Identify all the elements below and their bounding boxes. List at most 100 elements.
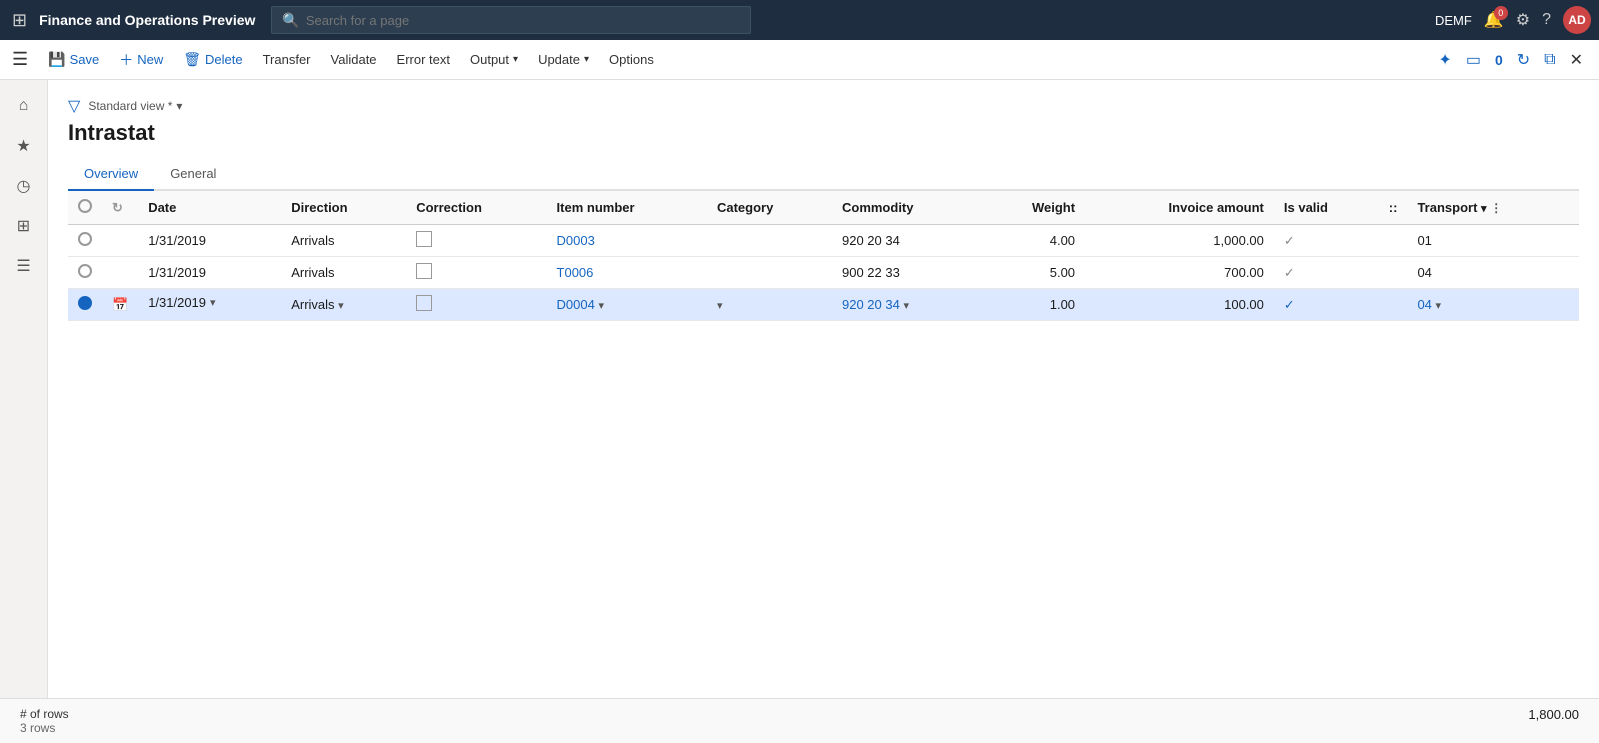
row1-checkbox[interactable]	[416, 231, 432, 247]
personalize-icon[interactable]: ✦	[1434, 46, 1455, 74]
sidebar-item-workspaces[interactable]: ⊞	[6, 208, 42, 244]
transfer-button[interactable]: Transfer	[255, 48, 319, 71]
row1-category	[707, 225, 832, 257]
row3-is-valid: ✓	[1274, 289, 1379, 321]
header-refresh-icon[interactable]: ↻	[112, 200, 123, 215]
row1-invoice-amount: 1,000.00	[1085, 225, 1274, 257]
row3-transport-dropdown[interactable]: ▾	[1436, 300, 1442, 312]
app-grid-icon[interactable]: ⊞	[8, 6, 31, 35]
row2-weight: 5.00	[982, 257, 1085, 289]
row3-transport[interactable]: 04 ▾	[1407, 289, 1579, 321]
row1-correction[interactable]	[406, 225, 546, 257]
transport-dropdown-icon[interactable]: ▾	[1481, 203, 1487, 215]
search-input[interactable]	[306, 13, 741, 28]
table-row: 1/31/2019 Arrivals T0006 900 22 33 5.00 …	[68, 257, 1579, 289]
nav-actions: DEMF 🔔 0 ⚙ ? AD	[1435, 6, 1591, 34]
row3-calendar-icon[interactable]: 📅	[112, 297, 128, 312]
row3-radio[interactable]	[78, 296, 92, 310]
content-area: ▽ Standard view * ▾ Intrastat Overview G…	[48, 80, 1599, 698]
transport-more-icon[interactable]: ⋮	[1490, 201, 1502, 215]
new-icon: ＋	[119, 50, 133, 70]
sidebar-item-modules[interactable]: ☰	[6, 248, 42, 284]
output-button[interactable]: Output ▾	[462, 48, 526, 71]
hamburger-icon[interactable]: ☰	[12, 49, 28, 70]
row1-radio[interactable]	[78, 232, 92, 246]
row1-item-number[interactable]: D0003	[547, 225, 707, 257]
row3-direction[interactable]: Arrivals ▾	[281, 289, 406, 321]
row2-item-number[interactable]: T0006	[547, 257, 707, 289]
col-correction[interactable]: Correction	[406, 191, 546, 225]
row2-correction[interactable]	[406, 257, 546, 289]
row1-select[interactable]	[68, 225, 102, 257]
sidebar-item-favorites[interactable]: ★	[6, 128, 42, 164]
sidebar: ⌂ ★ ◷ ⊞ ☰	[0, 80, 48, 698]
validate-button[interactable]: Validate	[323, 48, 385, 71]
save-icon: 💾	[48, 51, 65, 68]
row2-valid-check: ✓	[1284, 265, 1295, 280]
col-invoice-amount[interactable]: Invoice amount	[1085, 191, 1274, 225]
col-transport[interactable]: Transport ▾ ⋮	[1407, 191, 1579, 225]
row2-transport-handle	[1379, 257, 1408, 289]
col-direction[interactable]: Direction	[281, 191, 406, 225]
notifications-icon[interactable]: 🔔 0	[1484, 10, 1504, 30]
view-selector-chevron: ▾	[176, 99, 182, 113]
view-selector[interactable]: Standard view * ▾	[88, 99, 182, 113]
row2-category	[707, 257, 832, 289]
panel-icon[interactable]: ▭	[1462, 46, 1485, 74]
row3-commodity[interactable]: 920 20 34 ▾	[832, 289, 982, 321]
table-row: 📅 1/31/2019 ▾ Arrivals ▾ D0004	[68, 289, 1579, 321]
save-button[interactable]: 💾 Save	[40, 47, 107, 72]
row2-radio[interactable]	[78, 264, 92, 278]
update-button[interactable]: Update ▾	[530, 48, 597, 71]
settings-icon[interactable]: ⚙	[1516, 10, 1530, 30]
row3-select[interactable]	[68, 289, 102, 321]
col-commodity[interactable]: Commodity	[832, 191, 982, 225]
search-icon: 🔍	[282, 12, 299, 29]
message-center-icon[interactable]: 0	[1491, 48, 1507, 72]
error-text-button[interactable]: Error text	[389, 48, 458, 71]
open-new-icon[interactable]: ⧉	[1540, 47, 1559, 73]
row2-checkbox[interactable]	[416, 263, 432, 279]
table-header-row: ↻ Date Direction Correction Item number …	[68, 191, 1579, 225]
row3-commodity-dropdown[interactable]: ▾	[903, 300, 909, 312]
row3-date-dropdown[interactable]: ▾	[210, 296, 216, 309]
help-icon[interactable]: ?	[1542, 11, 1551, 29]
new-button[interactable]: ＋ New	[111, 46, 171, 74]
row3-correction[interactable]	[406, 289, 546, 321]
row3-refresh[interactable]: 📅	[102, 289, 138, 321]
view-selector-label: Standard view *	[88, 99, 172, 113]
refresh-icon[interactable]: ↻	[1513, 46, 1534, 74]
tab-overview[interactable]: Overview	[68, 158, 154, 191]
row1-weight: 4.00	[982, 225, 1085, 257]
tab-general[interactable]: General	[154, 158, 232, 191]
row2-select[interactable]	[68, 257, 102, 289]
col-date[interactable]: Date	[138, 191, 281, 225]
filter-icon[interactable]: ▽	[68, 96, 80, 116]
delete-button[interactable]: 🗑 Delete	[175, 47, 250, 72]
col-select	[68, 191, 102, 225]
row3-checkbox[interactable]	[416, 295, 432, 311]
footer: # of rows 3 rows 1,800.00	[0, 698, 1599, 743]
row3-direction-dropdown[interactable]: ▾	[338, 300, 344, 312]
footer-total-amount: 1,800.00	[1528, 707, 1579, 722]
row3-category-dropdown[interactable]: ▾	[717, 300, 723, 312]
col-transport-handle[interactable]: ::	[1379, 191, 1408, 225]
search-bar[interactable]: 🔍	[271, 6, 751, 34]
row3-transport-handle	[1379, 289, 1408, 321]
col-category[interactable]: Category	[707, 191, 832, 225]
col-item-number[interactable]: Item number	[547, 191, 707, 225]
avatar[interactable]: AD	[1563, 6, 1591, 34]
row3-item-dropdown[interactable]: ▾	[598, 300, 604, 312]
close-icon[interactable]: ✕	[1566, 46, 1587, 74]
row3-category[interactable]: ▾	[707, 289, 832, 321]
col-weight[interactable]: Weight	[982, 191, 1085, 225]
update-dropdown-icon: ▾	[584, 54, 589, 65]
top-navigation: ⊞ Finance and Operations Preview 🔍 DEMF …	[0, 0, 1599, 40]
options-button[interactable]: Options	[601, 48, 662, 71]
row3-item-number[interactable]: D0004 ▾	[547, 289, 707, 321]
sidebar-item-recent[interactable]: ◷	[6, 168, 42, 204]
col-is-valid[interactable]: Is valid	[1274, 191, 1379, 225]
sidebar-item-home[interactable]: ⌂	[6, 88, 42, 124]
header-radio[interactable]	[78, 199, 92, 213]
row3-date[interactable]: 1/31/2019 ▾	[138, 289, 281, 316]
